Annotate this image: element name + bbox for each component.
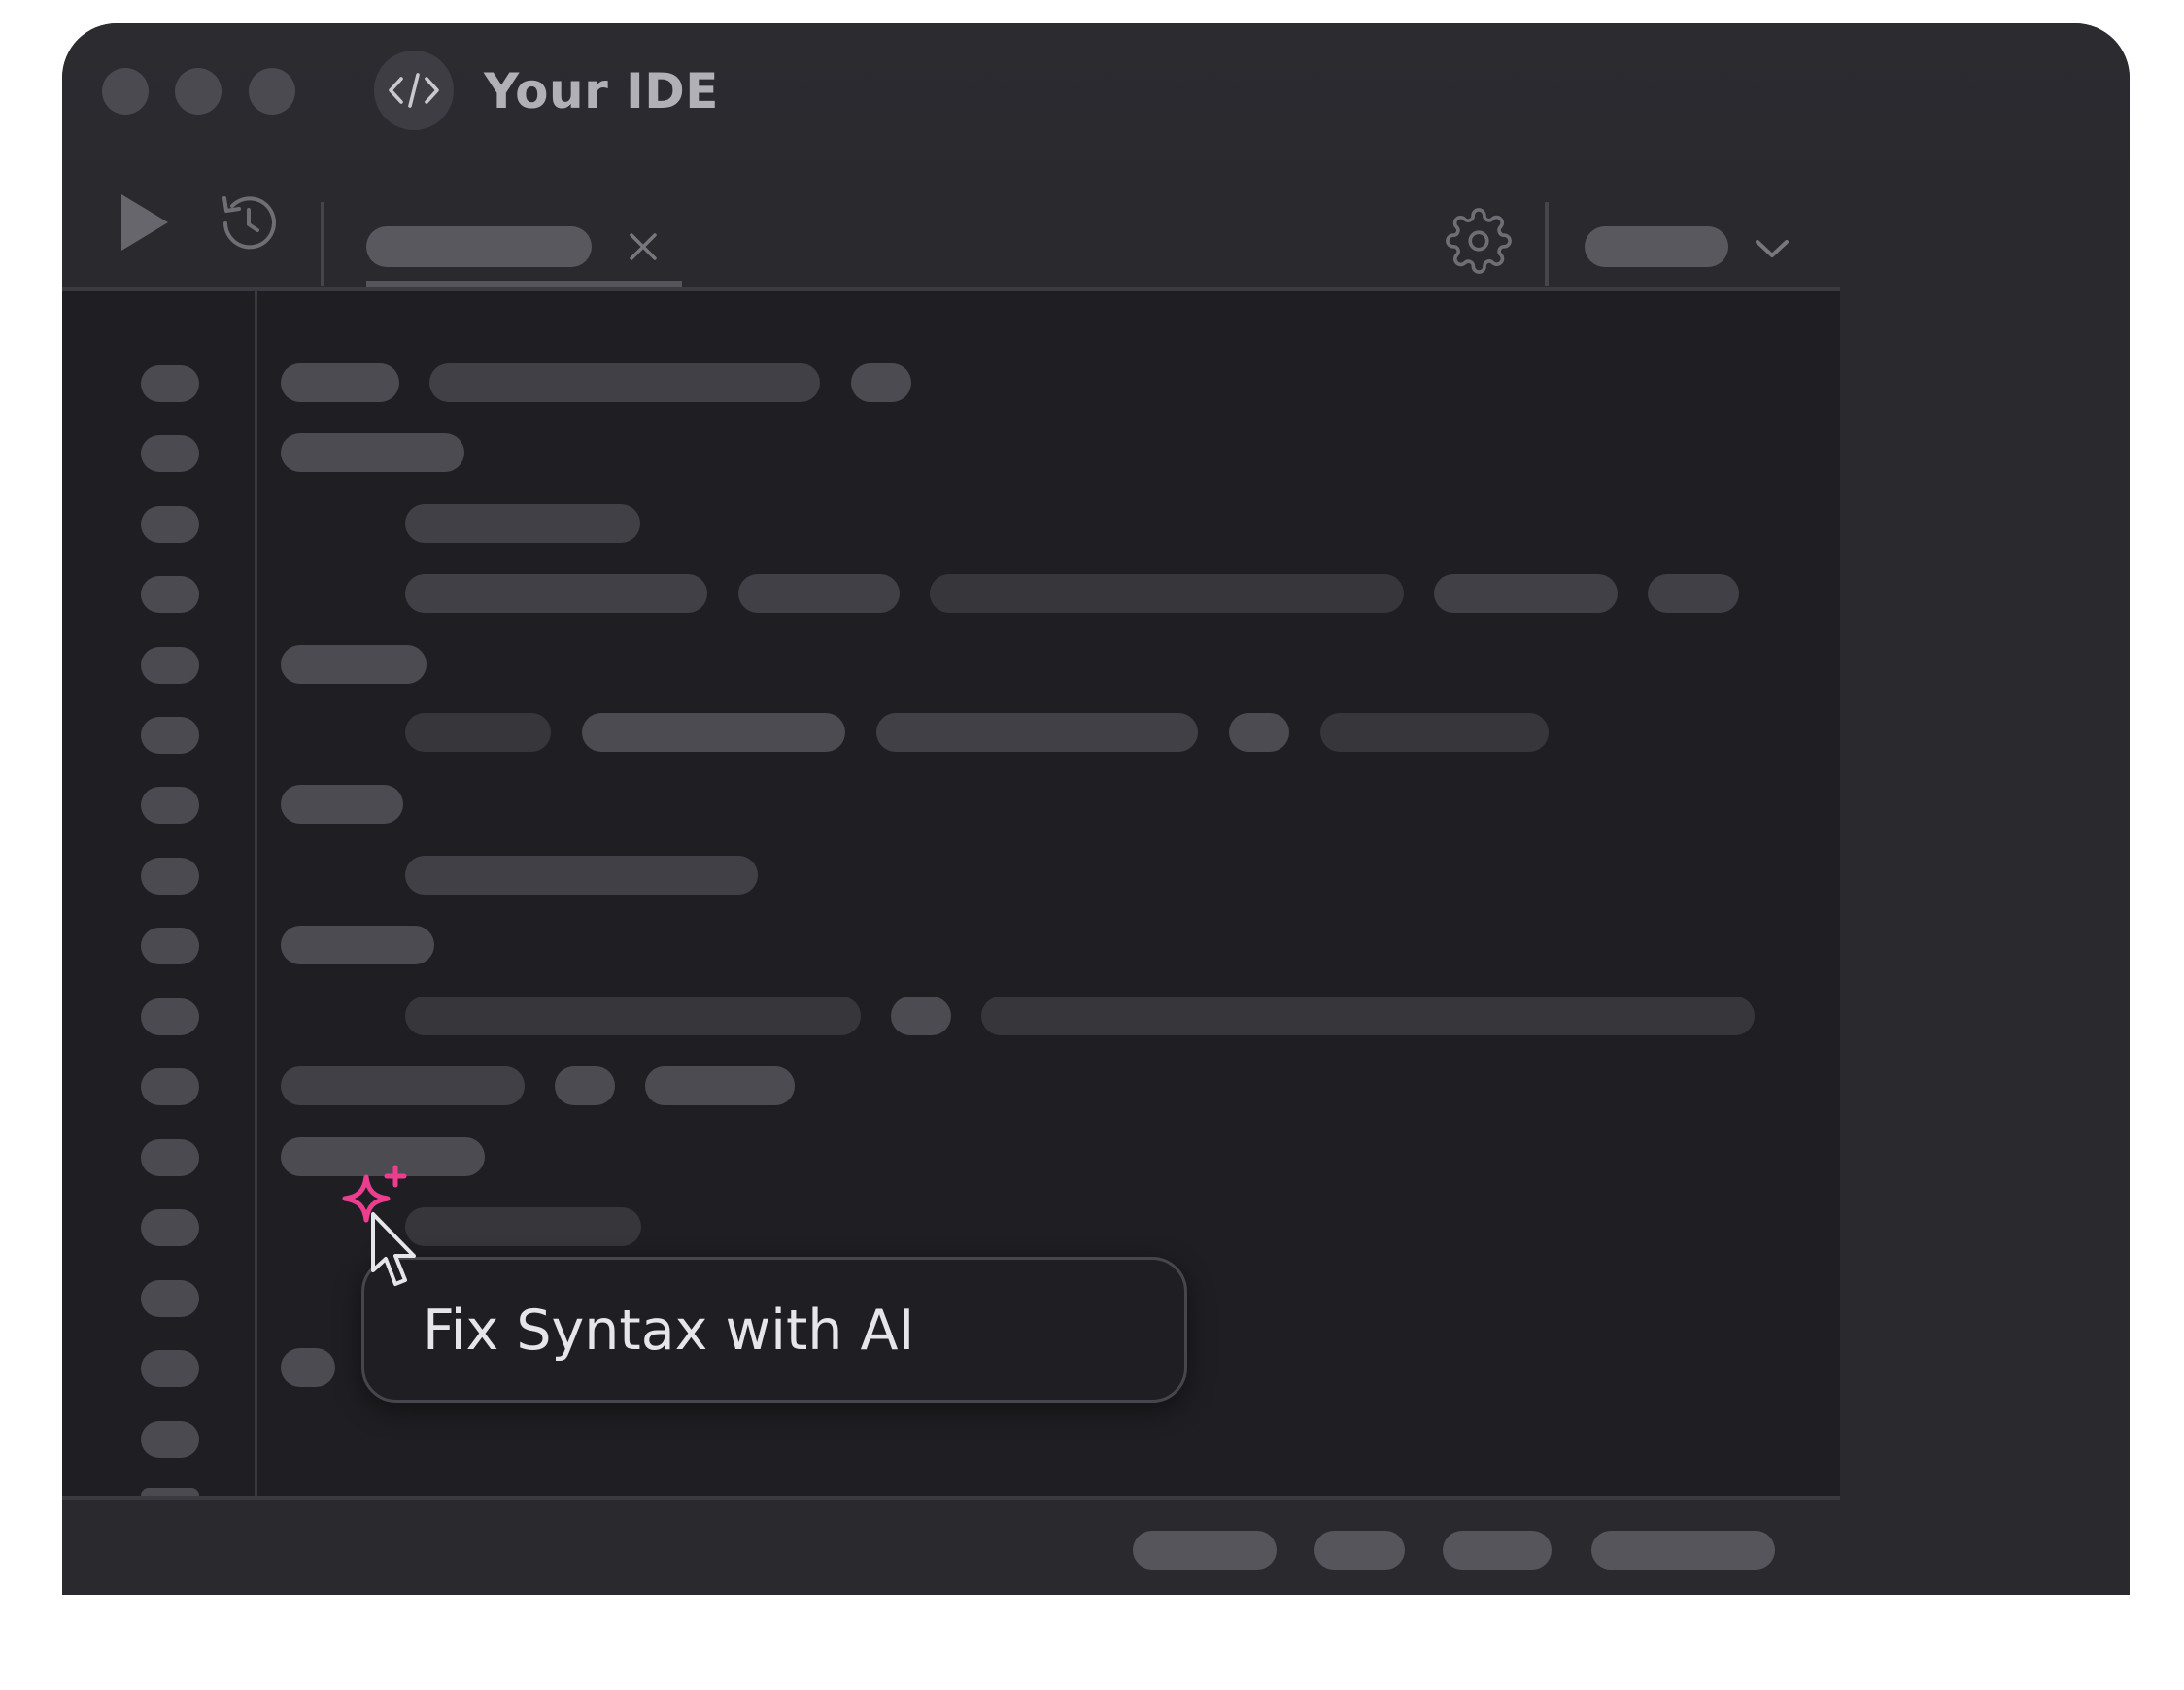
dropdown-toggle[interactable] xyxy=(1753,229,1792,268)
line-number xyxy=(141,928,199,964)
maximize-window-button[interactable] xyxy=(249,68,295,115)
fix-syntax-ai-button[interactable]: Fix Syntax with AI xyxy=(361,1257,1187,1403)
gutter-divider xyxy=(255,291,257,1496)
line-number xyxy=(141,717,199,754)
code-token xyxy=(281,1348,335,1387)
line-number xyxy=(141,435,199,472)
line-number xyxy=(141,365,199,402)
code-token xyxy=(405,1207,641,1246)
line-number xyxy=(141,1139,199,1176)
chevron-down-icon xyxy=(1756,240,1789,257)
line-number xyxy=(141,1421,199,1458)
line-number xyxy=(141,576,199,613)
status-item-placeholder[interactable] xyxy=(1314,1531,1405,1570)
status-item-placeholder[interactable] xyxy=(1133,1531,1277,1570)
history-button[interactable] xyxy=(214,188,284,258)
code-token xyxy=(1320,713,1549,752)
close-window-button[interactable] xyxy=(102,68,149,115)
ide-window: Your IDE Fix Syntax with AI xyxy=(62,23,2130,1595)
code-token xyxy=(281,363,399,402)
code-token xyxy=(1648,574,1739,613)
code-token xyxy=(405,504,640,543)
line-number xyxy=(141,858,199,895)
code-token xyxy=(405,997,861,1035)
history-icon xyxy=(222,196,276,250)
code-token xyxy=(930,574,1404,613)
line-number xyxy=(141,506,199,543)
code-token xyxy=(876,713,1198,752)
gear-icon xyxy=(1446,208,1512,274)
code-token xyxy=(405,574,707,613)
code-token xyxy=(281,1066,525,1105)
active-tab-indicator xyxy=(366,281,682,287)
code-token xyxy=(891,997,951,1035)
mouse-cursor-icon xyxy=(369,1210,422,1297)
title-bar: Your IDE xyxy=(62,23,2130,159)
code-token xyxy=(405,856,758,895)
code-token xyxy=(281,926,434,964)
line-number xyxy=(141,998,199,1035)
code-token xyxy=(555,1066,615,1105)
code-brackets-icon xyxy=(374,51,454,130)
code-token xyxy=(1229,713,1289,752)
status-item-placeholder[interactable] xyxy=(1591,1531,1775,1570)
code-token xyxy=(645,1066,795,1105)
line-number xyxy=(141,647,199,684)
code-token xyxy=(281,433,464,472)
line-number xyxy=(141,787,199,824)
code-token xyxy=(738,574,900,613)
run-button[interactable] xyxy=(111,188,179,256)
fix-syntax-ai-label: Fix Syntax with AI xyxy=(423,1299,915,1363)
settings-button[interactable] xyxy=(1444,206,1514,276)
code-token xyxy=(582,713,845,752)
code-token xyxy=(281,645,427,684)
close-tab-button[interactable] xyxy=(624,227,663,266)
code-token xyxy=(981,997,1755,1035)
line-number xyxy=(141,1209,199,1246)
code-token xyxy=(429,363,820,402)
code-token xyxy=(281,785,403,824)
status-item-placeholder[interactable] xyxy=(1443,1531,1552,1570)
code-token xyxy=(405,713,551,752)
code-token xyxy=(1434,574,1618,613)
line-number xyxy=(141,1068,199,1105)
toolbar xyxy=(62,159,1840,289)
toolbar-separator xyxy=(321,202,324,286)
close-icon xyxy=(630,233,657,260)
line-number xyxy=(141,1280,199,1317)
toolbar-separator xyxy=(1545,202,1549,286)
tab-title-placeholder xyxy=(366,226,592,267)
line-number xyxy=(141,1350,199,1387)
line-number xyxy=(141,1488,199,1496)
dropdown-value-placeholder xyxy=(1585,226,1728,267)
app-title: Your IDE xyxy=(484,63,719,119)
code-token xyxy=(851,363,911,402)
play-icon xyxy=(121,194,168,251)
minimize-window-button[interactable] xyxy=(175,68,222,115)
status-bar xyxy=(62,1500,2130,1595)
